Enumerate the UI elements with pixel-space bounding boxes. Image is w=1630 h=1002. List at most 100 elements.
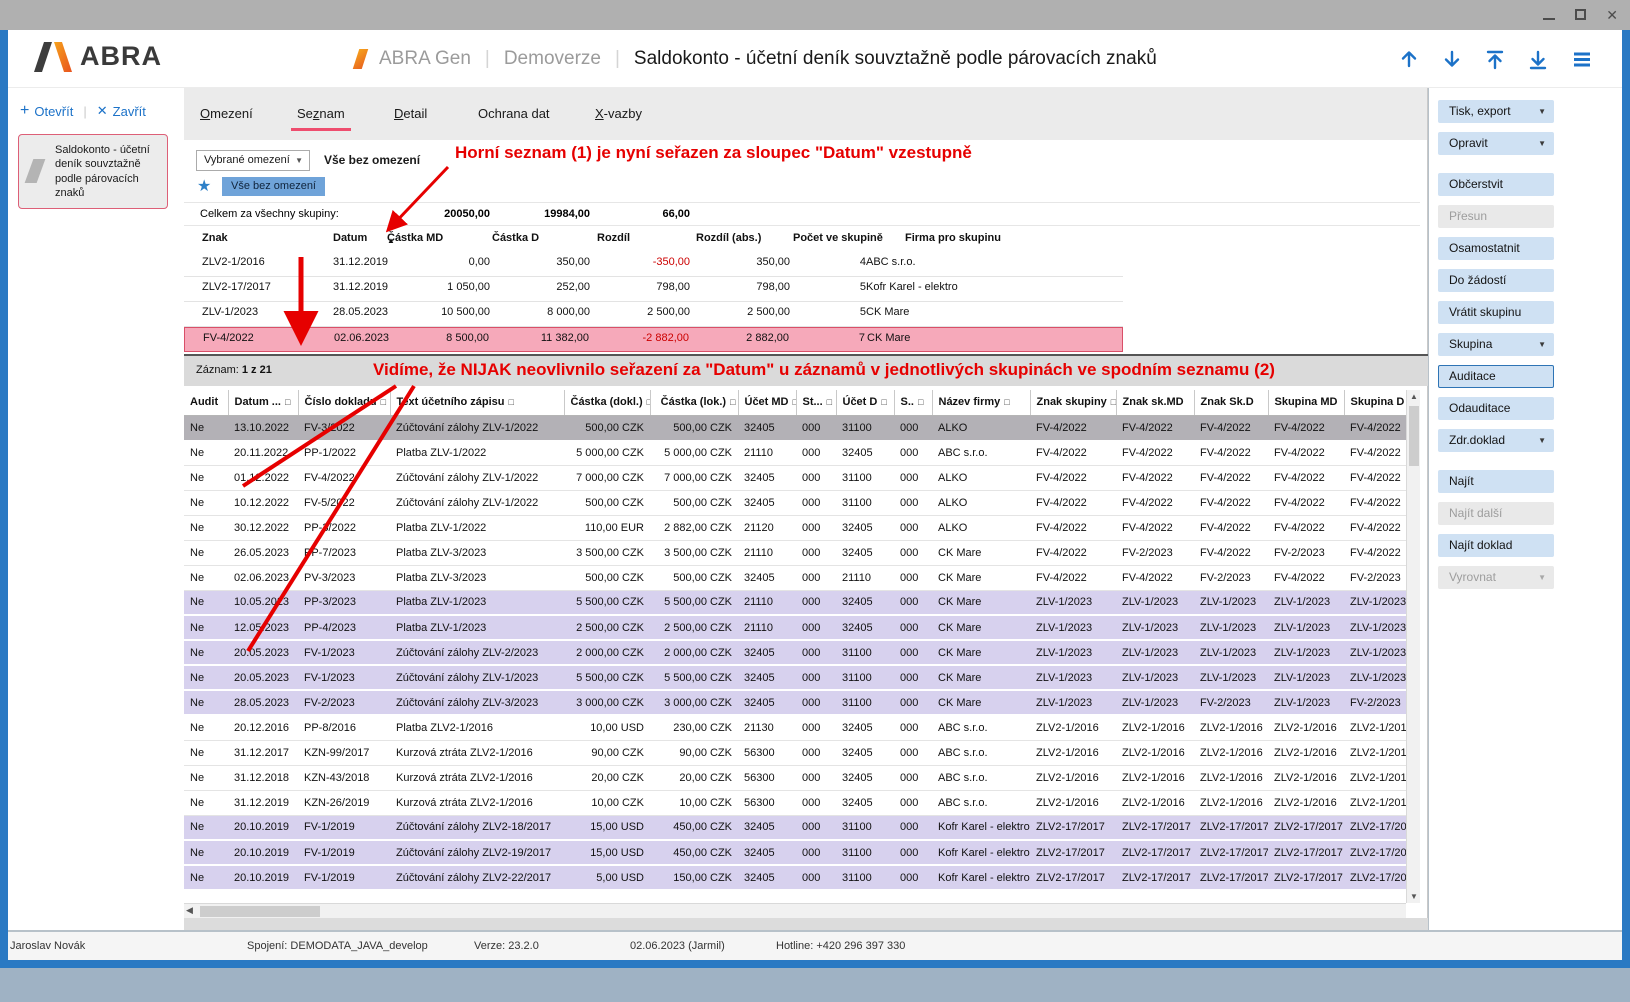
bottom-table-row[interactable]: Ne31.12.2018KZN-43/2018Kurzová ztráta ZL…	[184, 765, 1420, 790]
column-filter-box-icon[interactable]: □	[285, 397, 290, 407]
col-znak-skupiny[interactable]: Znak skupiny□	[1030, 390, 1116, 415]
sidebar-button-opravit[interactable]: Opravit▼	[1438, 132, 1554, 155]
col--slo-dokladu[interactable]: Číslo dokladu□	[298, 390, 390, 415]
column-filter-box-icon[interactable]: □	[881, 397, 886, 407]
bottom-table-row[interactable]: Ne20.10.2019FV-1/2019Zúčtování zálohy ZL…	[184, 815, 1420, 840]
bottom-table-row[interactable]: Ne20.05.2023FV-1/2023Zúčtování zálohy ZL…	[184, 640, 1420, 665]
tab-detail[interactable]: Detail	[394, 106, 427, 121]
sidebar-button-najít-doklad[interactable]: Najít doklad	[1438, 534, 1554, 557]
open-agenda-card[interactable]: Saldokonto - účetní deník souvztažně pod…	[18, 134, 168, 209]
content-area: Vybrané omezení ▼ Vše bez omezení ★ Vše …	[184, 140, 1427, 930]
top-table-row[interactable]: ZLV2-1/2016 31.12.2019 0,00350,00 -350,0…	[184, 252, 1123, 277]
col-rozdil[interactable]: Rozdíl	[597, 232, 630, 244]
top-table-row[interactable]: FV-4/2022 02.06.2023 8 500,0011 382,00 -…	[184, 327, 1123, 352]
col-firma[interactable]: Firma pro skupinu	[905, 232, 1001, 244]
bottom-table-row[interactable]: Ne20.05.2023FV-1/2023Zúčtování zálohy ZL…	[184, 665, 1420, 690]
sidebar-button-auditace[interactable]: Auditace	[1438, 365, 1554, 388]
sidebar-button-osamostatnit[interactable]: Osamostatnit	[1438, 237, 1554, 260]
column-filter-box-icon[interactable]: □	[918, 397, 923, 407]
close-x-icon: ✕	[97, 103, 108, 119]
sidebar-button-tisk-export[interactable]: Tisk, export▼	[1438, 100, 1554, 123]
bottom-table-row[interactable]: Ne02.06.2023PV-3/2023Platba ZLV-3/202350…	[184, 565, 1420, 590]
sidebar-button-do-žádostí[interactable]: Do žádostí	[1438, 269, 1554, 292]
bottom-table-row[interactable]: Ne20.11.2022PP-1/2022Platba ZLV-1/20225 …	[184, 440, 1420, 465]
column-filter-box-icon[interactable]: □	[381, 397, 386, 407]
bottom-table-row[interactable]: Ne20.12.2016PP-8/2016Platba ZLV2-1/20161…	[184, 715, 1420, 740]
column-filter-box-icon[interactable]: □	[827, 397, 832, 407]
bottom-table-row[interactable]: Ne01.12.2022FV-4/2022Zúčtování zálohy ZL…	[184, 465, 1420, 490]
cell-rozdil: 2 500,00	[647, 306, 690, 318]
col-skupina-md[interactable]: Skupina MD	[1268, 390, 1344, 415]
vertical-scrollbar[interactable]: ▲ ▼	[1406, 390, 1420, 903]
arrow-down-icon[interactable]	[1442, 49, 1463, 70]
bottom-table-row[interactable]: Ne12.05.2023PP-4/2023Platba ZLV-1/20232 …	[184, 615, 1420, 640]
scroll-left-icon[interactable]: ◀	[186, 905, 193, 916]
bottom-table-row[interactable]: Ne13.10.2022FV-3/2022Zúčtování zálohy ZL…	[184, 415, 1420, 440]
column-filter-box-icon[interactable]: □	[793, 397, 796, 407]
tab-omezen-[interactable]: Omezení	[200, 106, 253, 121]
arrow-to-bottom-icon[interactable]	[1528, 49, 1549, 70]
col-datum-[interactable]: Datum ...□	[228, 390, 298, 415]
minimize-icon[interactable]	[1543, 7, 1555, 23]
scroll-up-icon[interactable]: ▲	[1410, 392, 1418, 401]
maximize-icon[interactable]	[1575, 7, 1586, 23]
bottom-table-row[interactable]: Ne28.05.2023FV-2/2023Zúčtování zálohy ZL…	[184, 690, 1420, 715]
hscroll-thumb[interactable]	[200, 906, 320, 917]
arrow-to-top-icon[interactable]	[1485, 49, 1506, 70]
col-znak-sk-md[interactable]: Znak sk.MD	[1116, 390, 1194, 415]
bottom-table-row[interactable]: Ne10.12.2022FV-5/2022Zúčtování zálohy ZL…	[184, 490, 1420, 515]
col-datum[interactable]: Datum	[333, 232, 367, 244]
col-rozdil-abs[interactable]: Rozdíl (abs.)	[696, 232, 761, 244]
col-pocet[interactable]: Počet ve skupině	[793, 232, 883, 244]
col-castka-d[interactable]: Částka D	[492, 232, 539, 244]
top-table-row[interactable]: ZLV2-17/2017 31.12.2019 1 050,00252,00 7…	[184, 277, 1123, 302]
column-filter-box-icon[interactable]: □	[730, 397, 735, 407]
top-table-row[interactable]: ZLV-1/2023 28.05.2023 10 500,008 000,00 …	[184, 302, 1123, 327]
col-castka-md[interactable]: ▲Částka MD	[387, 232, 443, 244]
sidebar-button-odauditace[interactable]: Odauditace	[1438, 397, 1554, 420]
cell: 12.05.2023	[228, 615, 298, 640]
col--et-md[interactable]: Účet MD□	[738, 390, 796, 415]
col--stka-dokl-[interactable]: Částka (dokl.)□	[564, 390, 650, 415]
column-filter-box-icon[interactable]: □	[1111, 397, 1116, 407]
sidebar-button-občerstvit[interactable]: Občerstvit	[1438, 173, 1554, 196]
col-n-zev-firmy[interactable]: Název firmy□	[932, 390, 1030, 415]
bottom-table-row[interactable]: Ne10.05.2023PP-3/2023Platba ZLV-1/20235 …	[184, 590, 1420, 615]
column-filter-box-icon[interactable]: □	[647, 397, 650, 407]
tab-x-vazby[interactable]: X-vazby	[595, 106, 642, 121]
favorite-star-icon[interactable]: ★	[197, 176, 211, 196]
bottom-table-row[interactable]: Ne26.05.2023PP-7/2023Platba ZLV-3/20233 …	[184, 540, 1420, 565]
sidebar-button-vrátit-skupinu[interactable]: Vrátit skupinu	[1438, 301, 1554, 324]
sidebar-button-zdr-doklad[interactable]: Zdr.doklad▼	[1438, 429, 1554, 452]
bottom-table-row[interactable]: Ne20.10.2019FV-1/2019Zúčtování zálohy ZL…	[184, 840, 1420, 865]
column-filter-box-icon[interactable]: □	[1004, 397, 1009, 407]
col-audit[interactable]: Audit	[184, 390, 228, 415]
col-znak[interactable]: Znak	[202, 232, 228, 244]
tab-ochrana-dat[interactable]: Ochrana dat	[478, 106, 550, 121]
vscroll-thumb[interactable]	[1409, 406, 1419, 466]
tab-seznam[interactable]: Seznam	[297, 106, 345, 121]
chevron-down-icon: ▼	[295, 151, 303, 170]
bottom-table-row[interactable]: Ne30.12.2022PP-3/2022Platba ZLV-1/202211…	[184, 515, 1420, 540]
close-icon[interactable]: ✕	[1606, 7, 1618, 24]
open-button[interactable]: +Otevřít	[20, 102, 73, 120]
bottom-table-row[interactable]: Ne20.10.2019FV-1/2019Zúčtování zálohy ZL…	[184, 865, 1420, 890]
col-st-[interactable]: St...□	[796, 390, 836, 415]
col--et-d[interactable]: Účet D□	[836, 390, 894, 415]
col-znak-sk-d[interactable]: Znak Sk.D	[1194, 390, 1268, 415]
col--stka-lok-[interactable]: Částka (lok.)□	[650, 390, 738, 415]
menu-icon[interactable]	[1571, 49, 1592, 70]
col-text-etn-ho-z-pisu[interactable]: Text účetního zápisu□	[390, 390, 564, 415]
column-filter-box-icon[interactable]: □	[508, 397, 513, 407]
close-tab-button[interactable]: ✕Zavřít	[97, 103, 146, 119]
bottom-table-row[interactable]: Ne31.12.2019KZN-26/2019Kurzová ztráta ZL…	[184, 790, 1420, 815]
sidebar-button-najít[interactable]: Najít	[1438, 470, 1554, 493]
bottom-table-row[interactable]: Ne31.12.2017KZN-99/2017Kurzová ztráta ZL…	[184, 740, 1420, 765]
horizontal-scrollbar[interactable]: ◀	[184, 903, 1406, 918]
restriction-dropdown[interactable]: Vybrané omezení ▼	[196, 150, 310, 171]
arrow-up-icon[interactable]	[1399, 49, 1420, 70]
restriction-chip[interactable]: Vše bez omezení	[222, 177, 325, 196]
scroll-down-icon[interactable]: ▼	[1410, 892, 1418, 901]
col-s-[interactable]: S..□	[894, 390, 932, 415]
sidebar-button-skupina[interactable]: Skupina▼	[1438, 333, 1554, 356]
